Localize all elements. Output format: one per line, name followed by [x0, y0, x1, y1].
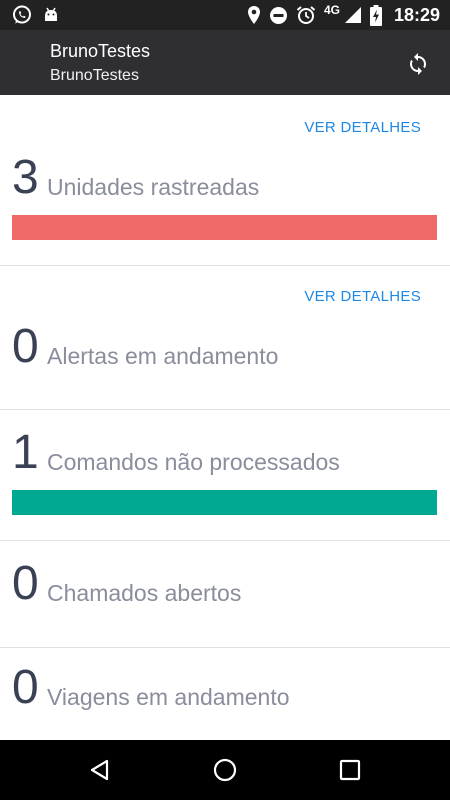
view-details-link[interactable]: VER DETALHES	[304, 119, 421, 136]
back-icon	[88, 758, 112, 782]
status-bar: 4G 18:29	[0, 0, 450, 30]
open-tickets-count: 0	[12, 557, 39, 610]
card-open-tickets: 0 Chamados abertos	[0, 541, 450, 648]
dashboard-content: VER DETALHES 3 Unidades rastreadas VER D…	[0, 95, 450, 740]
do-not-disturb-icon	[269, 6, 288, 25]
tracked-units-count: 3	[12, 151, 39, 204]
active-alerts-label: Alertas em andamento	[47, 343, 279, 369]
refresh-button[interactable]	[404, 50, 432, 78]
network-type-label: 4G	[323, 3, 340, 17]
recents-button[interactable]	[335, 755, 365, 785]
ongoing-trips-label: Viagens em andamento	[47, 684, 290, 710]
battery-charging-icon	[369, 4, 382, 26]
location-icon	[247, 5, 261, 25]
card-ongoing-trips: 0 Viagens em andamento	[0, 648, 450, 740]
recents-icon	[338, 758, 362, 782]
unprocessed-commands-bar	[12, 490, 437, 515]
navigation-bar	[0, 740, 450, 800]
card-tracked-units: VER DETALHES 3 Unidades rastreadas	[0, 95, 450, 266]
app-toolbar: BrunoTestes BrunoTestes	[0, 30, 450, 95]
toolbar-subtitle: BrunoTestes	[50, 67, 139, 84]
tracked-units-bar	[12, 215, 437, 240]
whatsapp-icon	[12, 5, 32, 25]
ongoing-trips-count: 0	[12, 661, 39, 714]
open-tickets-label: Chamados abertos	[47, 580, 242, 606]
card-unprocessed-commands: 1 Comandos não processados	[0, 410, 450, 541]
alarm-icon	[296, 5, 316, 25]
active-alerts-count: 0	[12, 320, 39, 373]
view-details-link[interactable]: VER DETALHES	[304, 288, 421, 305]
card-active-alerts: VER DETALHES 0 Alertas em andamento	[0, 266, 450, 410]
toolbar-title: BrunoTestes	[50, 41, 151, 61]
status-bar-notifications	[12, 4, 60, 26]
signal-icon	[344, 6, 362, 24]
unprocessed-commands-bar-fill	[12, 490, 437, 515]
clock-time: 18:29	[393, 4, 440, 25]
refresh-icon	[406, 52, 430, 76]
unprocessed-commands-count: 1	[12, 426, 39, 479]
tracked-units-label: Unidades rastreadas	[47, 174, 260, 200]
android-icon	[42, 6, 60, 24]
back-button[interactable]	[85, 755, 115, 785]
tracked-units-bar-fill	[12, 215, 437, 240]
status-bar-system: 4G 18:29	[247, 3, 440, 26]
home-icon	[212, 757, 238, 783]
unprocessed-commands-label: Comandos não processados	[47, 449, 340, 475]
home-button[interactable]	[210, 755, 240, 785]
app-screen: 4G 18:29 BrunoTestes BrunoTestes VER DET…	[0, 0, 450, 800]
